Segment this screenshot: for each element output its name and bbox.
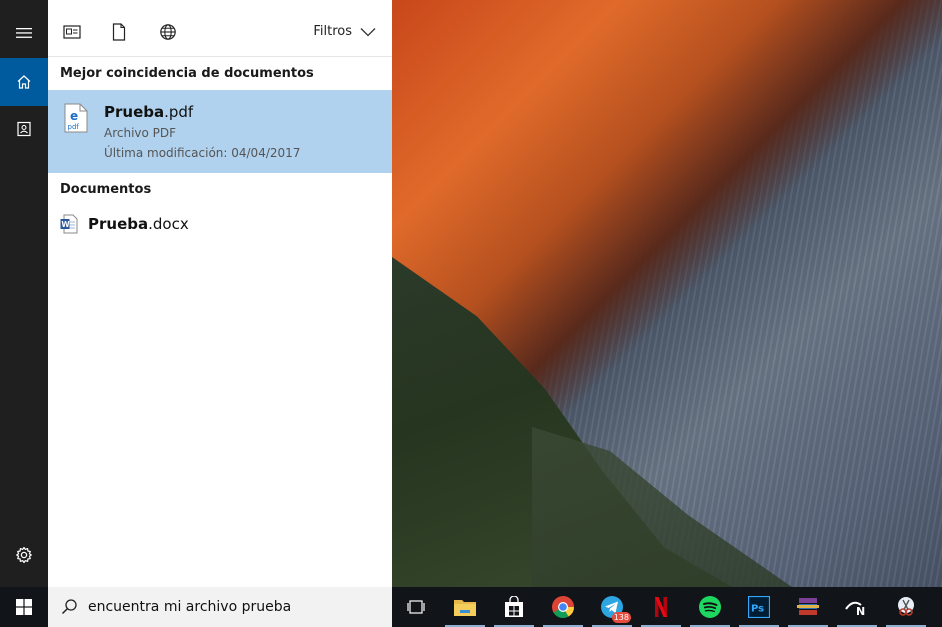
globe-icon: [160, 24, 176, 40]
best-match-name-bold: Prueba: [104, 103, 165, 121]
taskbar-telegram[interactable]: 138: [588, 587, 636, 627]
search-icon: [61, 599, 77, 615]
best-match-name-ext: .pdf: [164, 103, 194, 121]
task-view-icon: [407, 600, 425, 614]
home-icon: [17, 75, 31, 89]
document-name-bold: Prueba: [88, 215, 149, 233]
filters-label: Filtros: [313, 24, 352, 39]
taskbar-photoshop[interactable]: Ps: [735, 587, 783, 627]
taskbar: 138 Ps N: [0, 587, 942, 627]
documents-heading: Documentos: [60, 182, 152, 197]
taskbar-chrome[interactable]: [539, 587, 587, 627]
task-view-button[interactable]: [392, 587, 440, 627]
photoshop-icon: Ps: [748, 596, 770, 618]
store-icon: [505, 596, 523, 617]
snipping-tool-icon: [898, 597, 914, 616]
search-results-panel: Filtros Mejor coincidencia de documentos…: [48, 0, 392, 587]
winrar-icon: [797, 598, 819, 615]
taskbar-file-explorer[interactable]: [441, 587, 489, 627]
menu-button[interactable]: [0, 9, 48, 57]
taskbar-winrar[interactable]: [784, 587, 832, 627]
apps-filter-button[interactable]: [62, 22, 82, 42]
best-match-file-type: Archivo PDF: [104, 126, 177, 140]
svg-text:pdf: pdf: [68, 123, 80, 131]
svg-text:N: N: [856, 605, 865, 617]
taskbar-n-app[interactable]: N: [833, 587, 881, 627]
windows-logo-icon: [16, 599, 32, 615]
pdf-file-icon: e pdf: [64, 103, 88, 133]
home-button[interactable]: [0, 58, 48, 106]
settings-button[interactable]: [0, 531, 48, 579]
telegram-badge: 138: [611, 612, 631, 623]
filters-dropdown[interactable]: Filtros: [313, 24, 376, 39]
svg-text:e: e: [70, 109, 78, 123]
chrome-icon: [552, 596, 574, 618]
document-result-item[interactable]: W Prueba.docx: [48, 209, 392, 239]
file-explorer-icon: [454, 600, 476, 616]
notebook-icon: [17, 121, 31, 137]
taskbar-snipping-tool[interactable]: [882, 587, 930, 627]
document-icon: [112, 23, 126, 41]
documents-filter-button[interactable]: [109, 22, 129, 42]
web-filter-button[interactable]: [158, 22, 178, 42]
desktop-wallpaper: [392, 0, 942, 587]
best-match-modified-date: Última modificación: 04/04/2017: [104, 146, 301, 160]
chevron-down-icon: [360, 27, 376, 36]
taskbar-netflix[interactable]: [637, 587, 685, 627]
spotify-icon: [699, 596, 721, 618]
n-app-icon: N: [845, 601, 865, 617]
best-match-result[interactable]: e pdf Prueba.pdf Archivo PDF Última modi…: [48, 90, 392, 173]
svg-text:Ps: Ps: [751, 604, 764, 615]
taskbar-spotify[interactable]: [686, 587, 734, 627]
start-left-rail: [0, 0, 48, 587]
word-file-icon: W: [60, 214, 78, 234]
svg-text:W: W: [61, 220, 70, 229]
best-match-heading: Mejor coincidencia de documentos: [60, 66, 314, 81]
document-name-ext: .docx: [148, 215, 189, 233]
start-button[interactable]: [0, 587, 48, 627]
panel-toolbar: Filtros: [48, 0, 392, 57]
document-file-name: Prueba.docx: [88, 215, 189, 233]
netflix-icon: [655, 597, 667, 617]
taskbar-search-box[interactable]: [48, 587, 392, 627]
notebook-button[interactable]: [0, 105, 48, 153]
gear-icon: [16, 546, 32, 564]
search-input[interactable]: [88, 595, 378, 619]
taskbar-store[interactable]: [490, 587, 538, 627]
best-match-file-name: Prueba.pdf: [104, 103, 193, 121]
app-window-icon: [63, 25, 81, 39]
hamburger-icon: [16, 28, 32, 38]
